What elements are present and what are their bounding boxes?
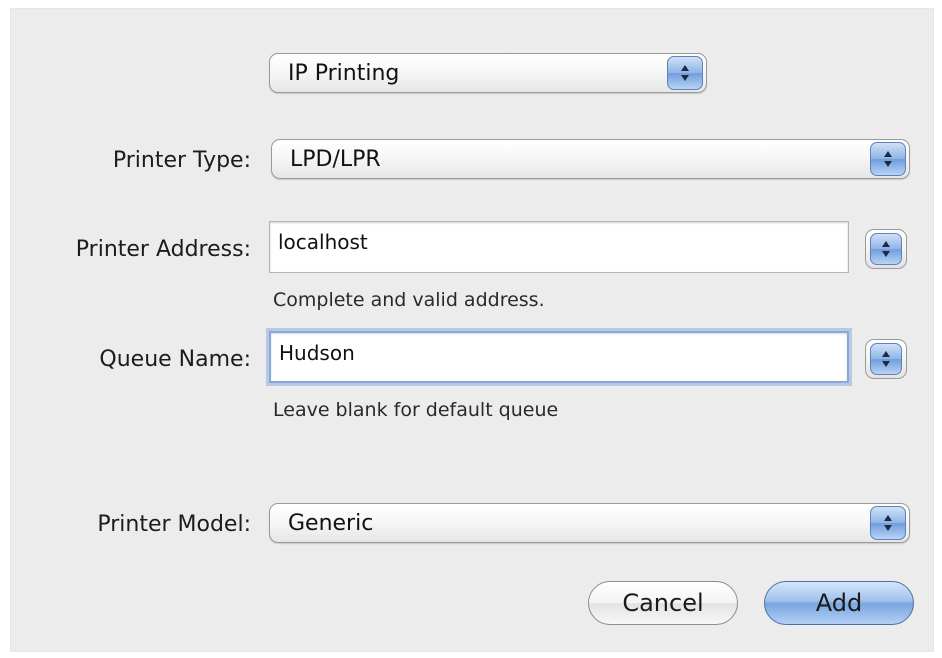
printer-type-label: Printer Type: [112,148,251,173]
printer-type-popup[interactable]: LPD/LPR [271,139,910,179]
printer-model-popup[interactable]: Generic [269,503,910,543]
up-down-arrows-icon [870,506,906,540]
queue-name-label: Queue Name: [99,347,251,372]
queue-name-field[interactable]: Hudson [269,331,849,383]
add-printer-panel: IP Printing Printer Type: LPD/LPR Printe… [10,8,934,652]
up-down-arrows-icon [870,343,902,375]
printer-address-label: Printer Address: [75,237,251,262]
up-down-arrows-icon [667,56,703,90]
up-down-arrows-icon [870,233,902,265]
printer-type-value: LPD/LPR [290,146,381,172]
queue-name-hint: Leave blank for default queue [273,399,559,421]
connection-type-popup[interactable]: IP Printing [269,53,707,93]
printer-model-value: Generic [288,510,374,536]
printer-address-field[interactable]: localhost [269,221,849,273]
printer-address-history-button[interactable] [865,229,907,269]
printer-model-label: Printer Model: [97,512,251,537]
up-down-arrows-icon [870,142,906,176]
connection-type-value: IP Printing [288,60,400,86]
printer-address-hint: Complete and valid address. [273,289,545,311]
cancel-button[interactable]: Cancel [588,581,738,625]
queue-name-history-button[interactable] [865,339,907,379]
add-button[interactable]: Add [764,581,914,625]
